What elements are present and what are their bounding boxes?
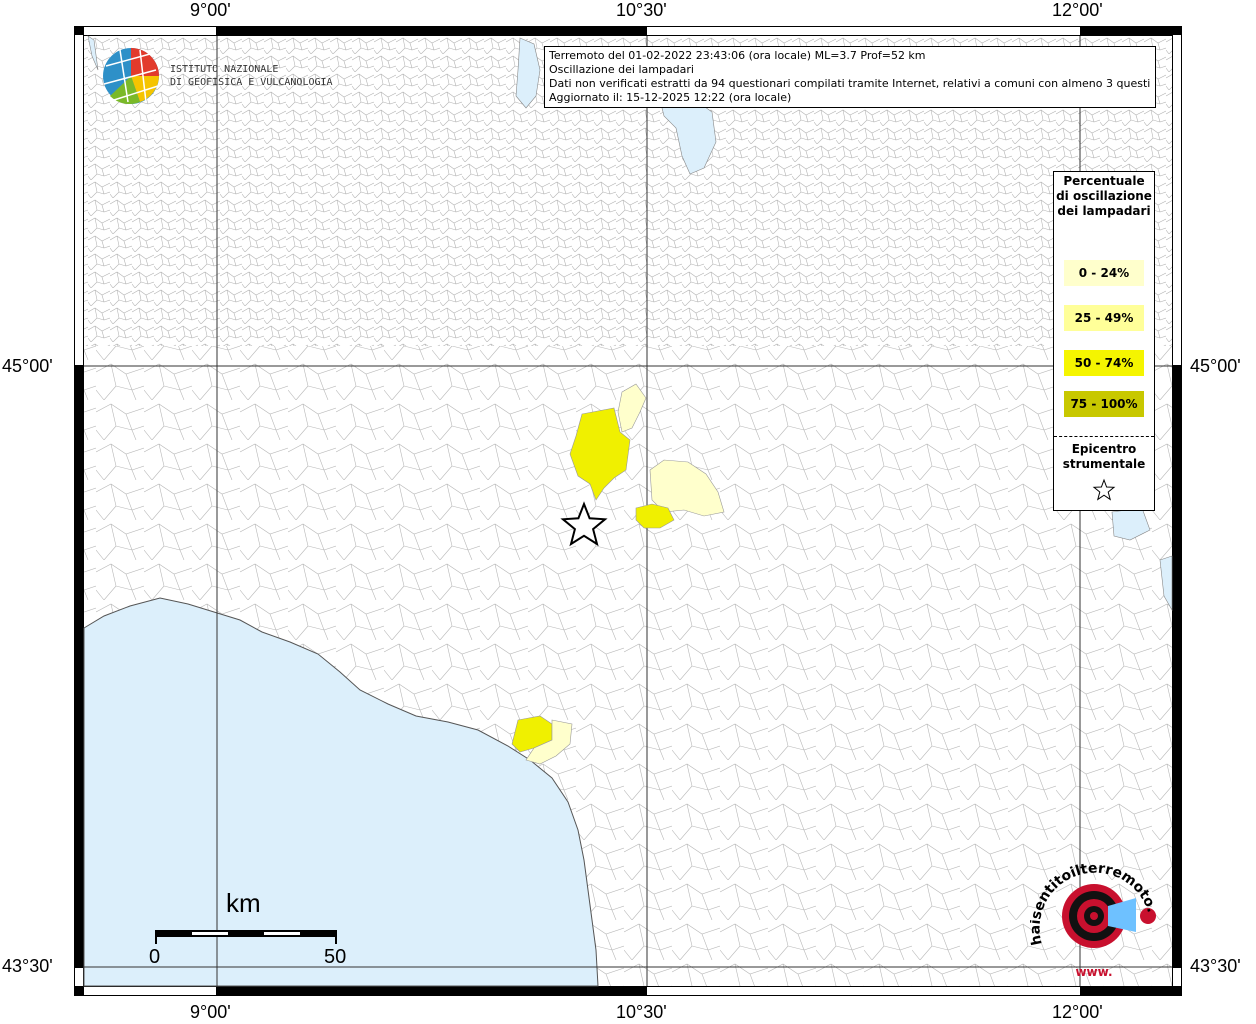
epicenter-legend-star-icon [1092, 478, 1116, 501]
hst-logo-text: haisentitoilterremoto.it www. [1030, 852, 1160, 979]
scale-max: 50 [324, 946, 347, 968]
legend-class-label: 50 - 74% [1074, 356, 1134, 370]
scale-min: 0 [149, 946, 161, 968]
event-title: Terremoto del 01-02-2022 23:43:06 (ora l… [549, 49, 926, 62]
axis-bottom-label: 12°00' [1052, 1002, 1103, 1022]
updated-timestamp: Aggiornato il: 15-12-2025 12:22 (ora loc… [549, 91, 792, 104]
hst-logo-lettering: haisentitoilterremoto.it [1030, 852, 1160, 947]
axis-bottom-label: 10°30' [616, 1002, 667, 1022]
ingv-logo-icon [103, 48, 159, 105]
epicenter-legend-label: Epicentro strumentale [1062, 442, 1146, 471]
legend: Percentuale di oscillazione dei lampadar… [1053, 171, 1155, 511]
legend-class-label: 0 - 24% [1078, 266, 1130, 280]
legend-class: 50 - 74% [1064, 350, 1144, 376]
svg-text:haisentitoilterremoto.it: haisentitoilterremoto.it [1030, 852, 1160, 947]
axis-top-label: 9°00' [190, 0, 231, 20]
axis-right-label: 45°00' [1190, 356, 1241, 376]
axis-right-label: 43°30' [1190, 956, 1241, 976]
ingv-logo-line: DI GEOFISICA E VULCANOLOGIA [170, 77, 333, 88]
axis-top-label: 12°00' [1052, 0, 1103, 20]
ingv-logo-line: ISTITUTO NAZIONALE [170, 64, 279, 75]
ingv-logo-text: ISTITUTO NAZIONALE DI GEOFISICA E VULCAN… [170, 63, 333, 89]
axis-top-label: 10°30' [616, 0, 667, 20]
data-note: Dati non verificati estratti da 94 quest… [549, 77, 1151, 90]
axis-left-label: 45°00' [2, 356, 53, 376]
hst-logo-prefix: www. [1075, 965, 1112, 979]
map-subject: Oscillazione dei lampadari [549, 63, 694, 76]
event-info-box: Terremoto del 01-02-2022 23:43:06 (ora l… [544, 46, 1156, 108]
legend-class: 25 - 49% [1064, 305, 1144, 331]
scale-unit: km [226, 888, 261, 918]
legend-class: 0 - 24% [1064, 260, 1144, 286]
legend-class-label: 75 - 100% [1070, 397, 1138, 411]
axis-bottom-label: 9°00' [190, 1002, 231, 1022]
legend-divider [1054, 436, 1154, 437]
axis-left-label: 43°30' [2, 956, 53, 976]
legend-class-label: 25 - 49% [1074, 311, 1134, 325]
legend-class: 75 - 100% [1064, 391, 1144, 417]
legend-title: Percentuale di oscillazione dei lampadar… [1056, 174, 1152, 218]
